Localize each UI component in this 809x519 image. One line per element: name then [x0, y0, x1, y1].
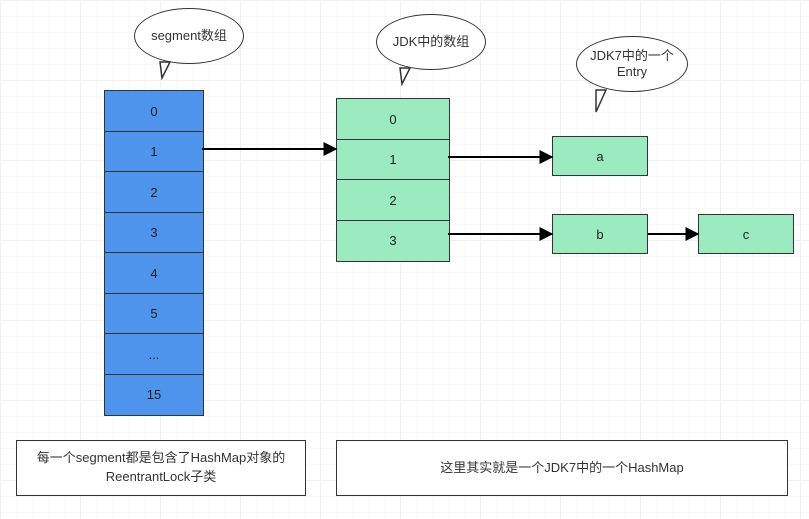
jdk-cell: 3 — [336, 220, 450, 262]
bubble-segment-label: segment数组 — [151, 28, 227, 44]
jdk-array: 0 1 2 3 — [336, 98, 450, 262]
bubble-jdk-array: JDK中的数组 — [376, 14, 486, 70]
bubble-entry-tail — [594, 88, 606, 110]
entry-node-a: a — [552, 136, 648, 176]
bubble-segment-tail — [158, 60, 170, 76]
entry-node-c: c — [698, 214, 794, 254]
segment-cell-label: 5 — [150, 306, 157, 321]
caption-left: 每一个segment都是包含了HashMap对象的ReentrantLock子类 — [16, 440, 306, 496]
segment-cell-label: 3 — [150, 225, 157, 240]
segment-cell-label: ... — [149, 347, 160, 362]
caption-right: 这里其实就是一个JDK7中的一个HashMap — [336, 440, 788, 496]
entry-label: b — [596, 227, 603, 242]
bubble-entry-label: JDK7中的一个Entry — [587, 48, 677, 81]
jdk-cell-label: 1 — [389, 152, 396, 167]
segment-cell: 4 — [104, 252, 204, 294]
jdk-cell-label: 2 — [389, 193, 396, 208]
jdk-cell: 1 — [336, 139, 450, 181]
bubble-jdk-label: JDK中的数组 — [393, 34, 470, 50]
segment-cell: 0 — [104, 90, 204, 132]
bubble-entry: JDK7中的一个Entry — [576, 36, 688, 92]
jdk-cell: 2 — [336, 179, 450, 221]
bubble-segment-array: segment数组 — [134, 8, 244, 64]
segment-cell: 3 — [104, 212, 204, 254]
entry-label: a — [596, 149, 603, 164]
jdk-cell: 0 — [336, 98, 450, 140]
jdk-cell-label: 0 — [389, 112, 396, 127]
caption-right-text: 这里其实就是一个JDK7中的一个HashMap — [440, 459, 683, 478]
segment-cell-label: 2 — [150, 185, 157, 200]
segment-cell: 5 — [104, 293, 204, 335]
segment-cell-label: 0 — [150, 104, 157, 119]
diagram-canvas: segment数组 JDK中的数组 JDK7中的一个Entry 0 1 2 3 … — [0, 0, 809, 519]
segment-cell-label: 4 — [150, 266, 157, 281]
segment-cell: 15 — [104, 374, 204, 416]
segment-cell: ... — [104, 333, 204, 375]
caption-left-text: 每一个segment都是包含了HashMap对象的ReentrantLock子类 — [25, 449, 297, 487]
segment-cell-label: 1 — [150, 144, 157, 159]
jdk-cell-label: 3 — [389, 233, 396, 248]
entry-node-b: b — [552, 214, 648, 254]
segment-array: 0 1 2 3 4 5 ... 15 — [104, 90, 204, 416]
entry-label: c — [743, 227, 750, 242]
bubble-jdk-tail — [398, 66, 410, 82]
segment-cell: 1 — [104, 131, 204, 173]
segment-cell: 2 — [104, 171, 204, 213]
segment-cell-label: 15 — [147, 387, 161, 402]
